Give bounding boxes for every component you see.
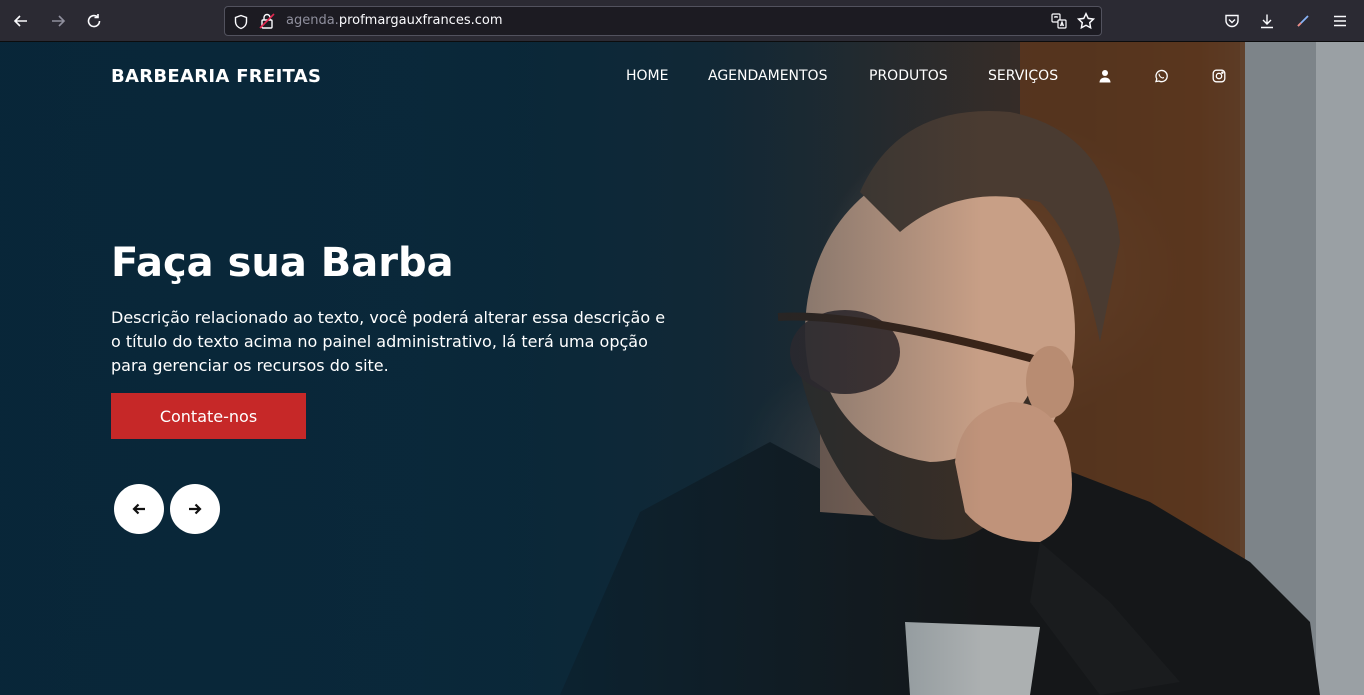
- forward-button[interactable]: [45, 8, 71, 34]
- hero-section: BARBEARIA FREITAS HOME AGENDAMENTOS PROD…: [0, 42, 1364, 695]
- arrow-right-icon: [189, 503, 202, 515]
- nav-home[interactable]: HOME: [626, 68, 668, 84]
- reload-icon: [87, 14, 101, 28]
- bookmark-star-icon[interactable]: [1077, 12, 1095, 30]
- url-domain: profmargauxfrances.com: [338, 13, 503, 28]
- arrow-left-icon: [13, 15, 27, 27]
- slider-next-button[interactable]: [170, 484, 220, 534]
- hamburger-menu-icon: [1334, 15, 1346, 27]
- hero-title: Faça sua Barba: [111, 240, 454, 286]
- user-icon[interactable]: [1098, 69, 1112, 83]
- color-picker-icon: [1297, 15, 1309, 27]
- nav-agendamentos[interactable]: AGENDAMENTOS: [708, 68, 827, 84]
- reload-button[interactable]: [81, 8, 107, 34]
- menu-button[interactable]: [1327, 8, 1353, 34]
- pocket-icon: [1225, 14, 1239, 28]
- arrow-left-icon: [132, 503, 145, 515]
- downloads-button[interactable]: [1254, 8, 1280, 34]
- main-nav: HOME AGENDAMENTOS PRODUTOS SERVIÇOS: [0, 68, 1364, 92]
- hero-description: Descrição relacionado ao texto, você pod…: [111, 308, 666, 375]
- back-button[interactable]: [8, 8, 34, 34]
- whatsapp-icon[interactable]: [1154, 69, 1168, 83]
- download-icon: [1261, 14, 1273, 29]
- browser-toolbar: agenda.profmargauxfrances.com: [0, 0, 1364, 42]
- translate-icon[interactable]: [1051, 13, 1067, 29]
- nav-servicos[interactable]: SERVIÇOS: [988, 68, 1058, 84]
- pocket-button[interactable]: [1219, 8, 1245, 34]
- shield-icon[interactable]: [233, 14, 249, 30]
- url-bar[interactable]: agenda.profmargauxfrances.com: [224, 6, 1102, 36]
- instagram-icon[interactable]: [1212, 69, 1226, 83]
- insecure-lock-icon[interactable]: [259, 13, 275, 29]
- nav-produtos[interactable]: PRODUTOS: [869, 68, 948, 84]
- url-subdomain: agenda.: [286, 13, 339, 28]
- arrow-right-icon: [52, 15, 66, 27]
- extension-button[interactable]: [1290, 8, 1316, 34]
- slider-prev-button[interactable]: [114, 484, 164, 534]
- url-text[interactable]: agenda.profmargauxfrances.com: [286, 13, 503, 28]
- contact-button[interactable]: Contate-nos: [111, 393, 306, 439]
